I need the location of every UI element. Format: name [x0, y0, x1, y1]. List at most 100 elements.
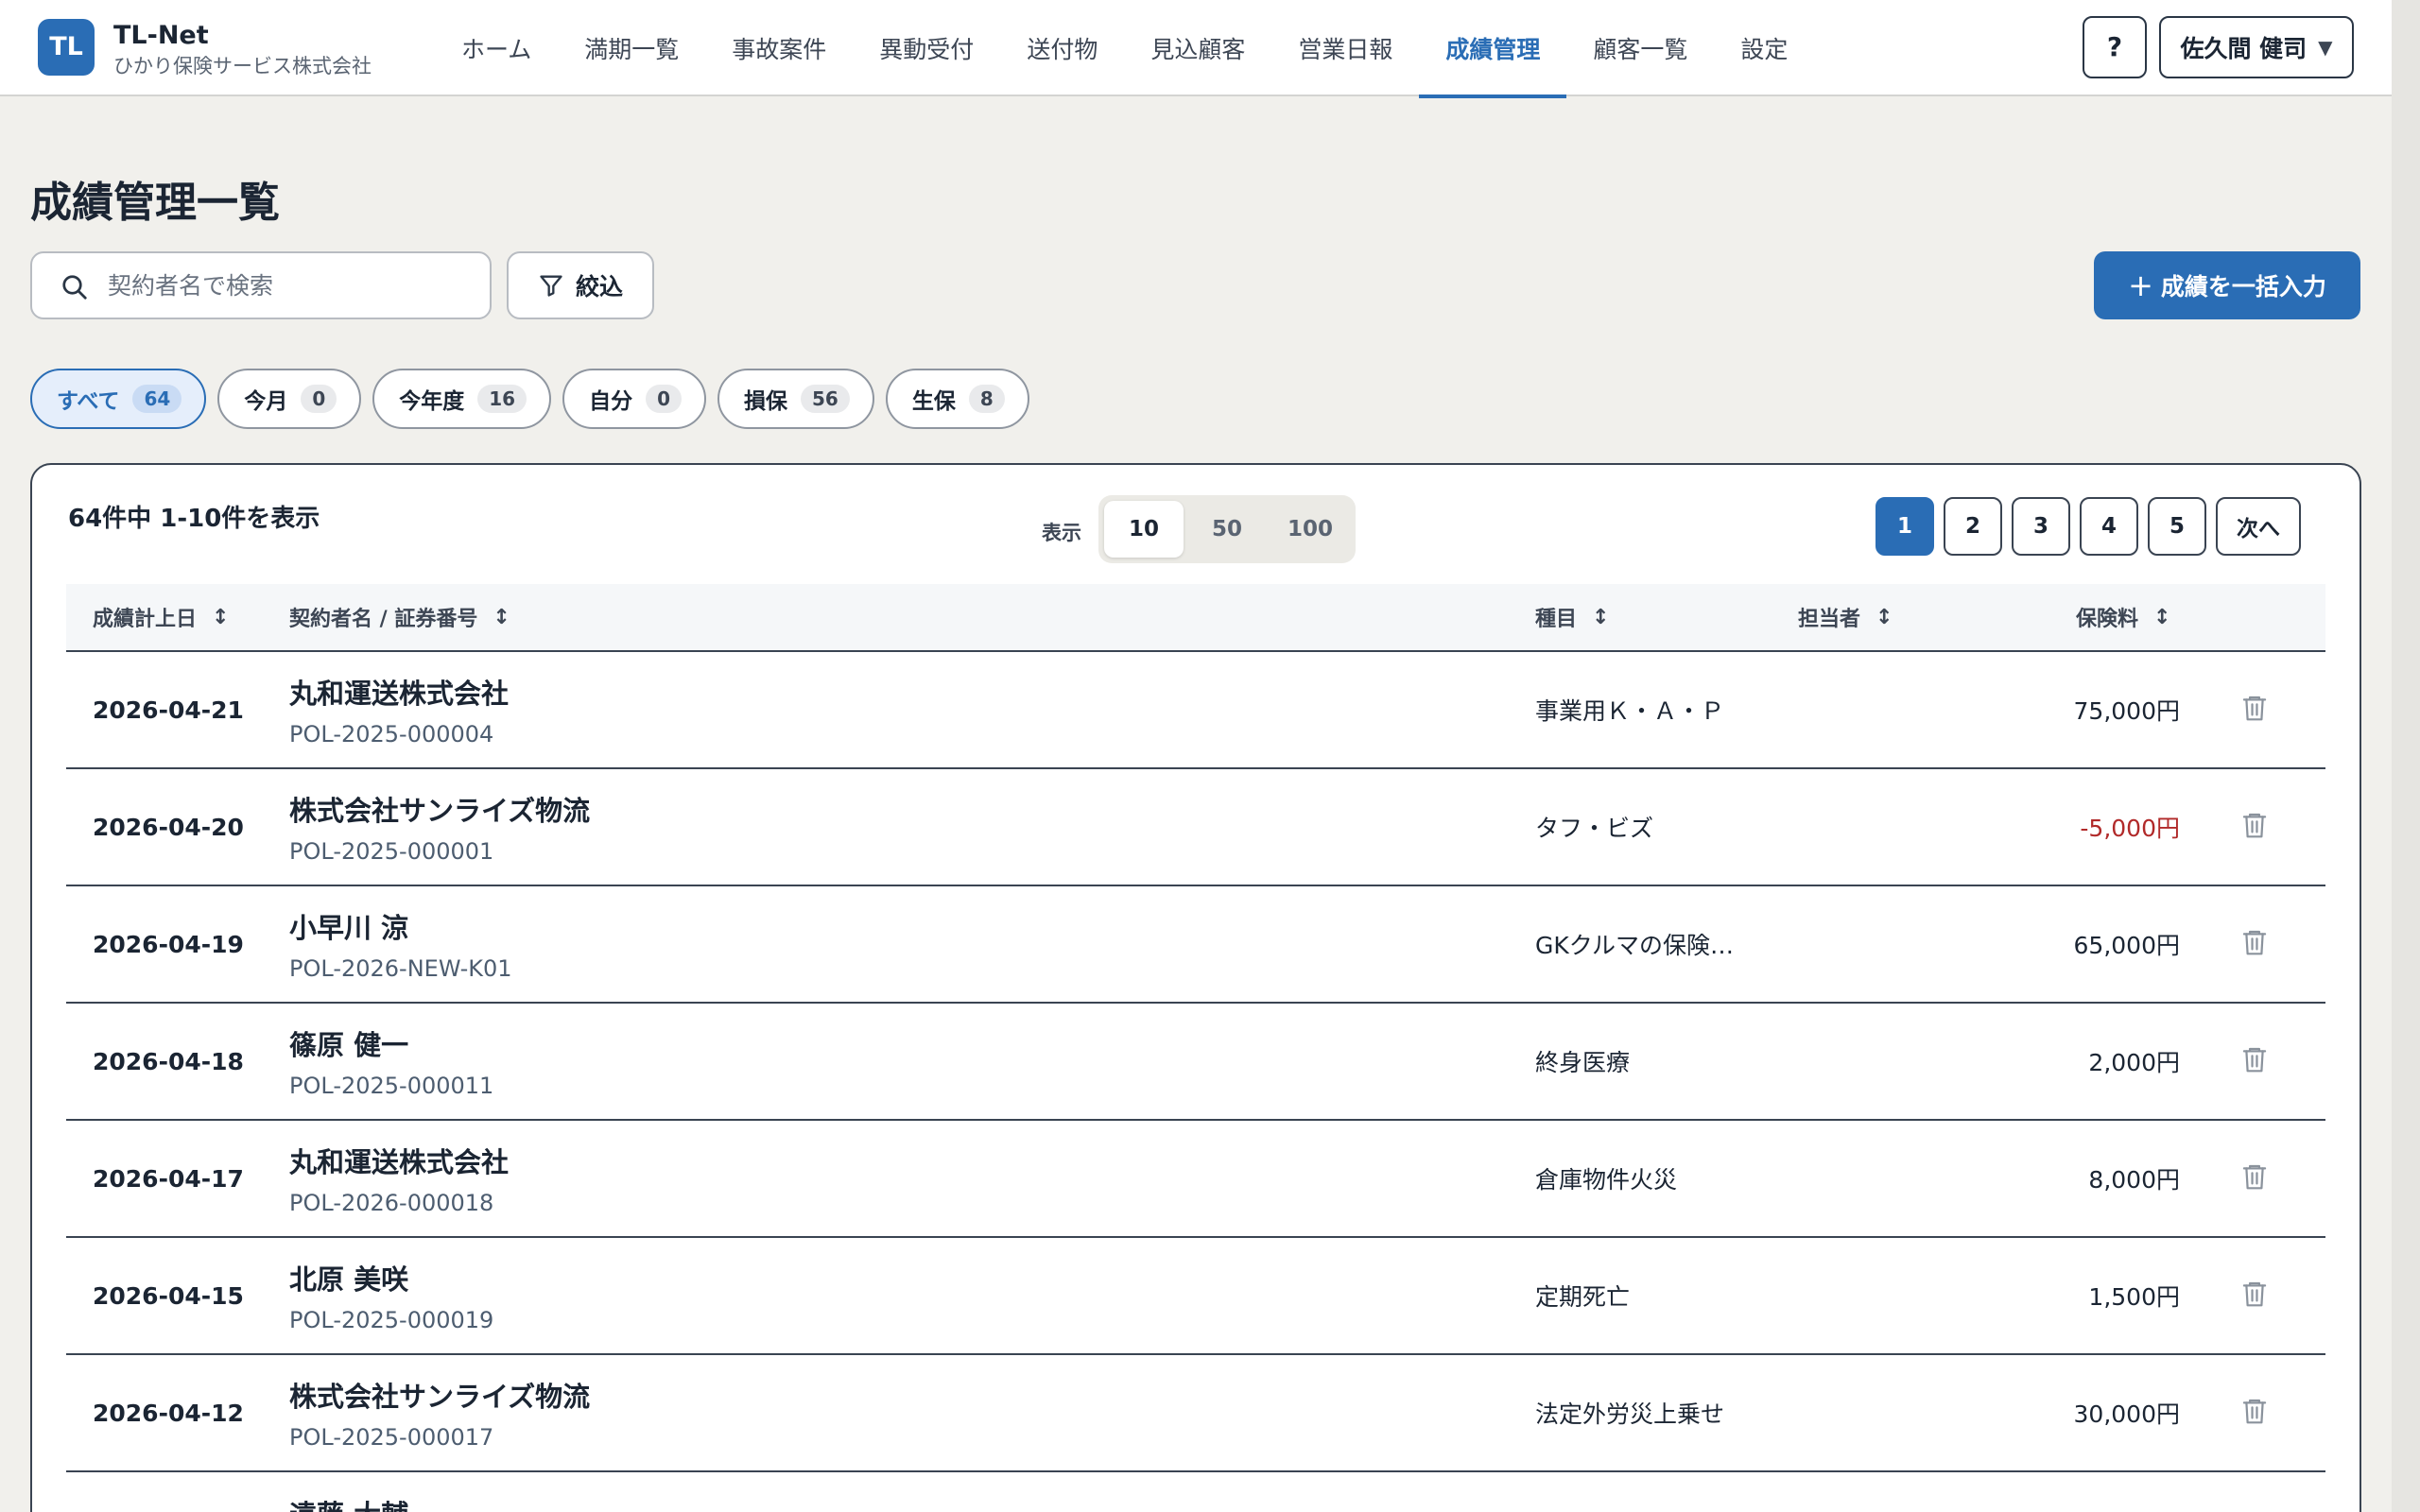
contract-cell: 篠原 健一 POL-2025-000011: [289, 1004, 493, 1119]
column-header-date[interactable]: 成績計上日 ↕: [93, 584, 229, 650]
page-button-4[interactable]: 4: [2080, 497, 2138, 556]
next-page-button[interactable]: 次へ: [2216, 497, 2301, 556]
contract-name[interactable]: 丸和運送株式会社: [289, 672, 509, 712]
insurance-type: 終身医療: [1535, 1049, 1631, 1076]
filter-chip-1[interactable]: 今月 0: [217, 369, 362, 429]
policy-number: POL-2025-000011: [289, 1073, 494, 1099]
filter-chip-2[interactable]: 今年度 16: [372, 369, 552, 429]
app-logo[interactable]: TL: [38, 19, 95, 76]
delete-button[interactable]: [2238, 1355, 2271, 1470]
delete-button[interactable]: [2238, 652, 2271, 767]
contract-name[interactable]: 小早川 涼: [289, 906, 408, 946]
contract-cell: 小早川 涼 POL-2026-NEW-K01: [289, 886, 512, 1002]
sort-icon: ↕: [212, 605, 230, 629]
delete-button[interactable]: [2238, 886, 2271, 1002]
nav-item-8[interactable]: 顧客一覧: [1566, 0, 1714, 96]
nav-item-1[interactable]: 満期一覧: [558, 0, 705, 96]
contract-name[interactable]: 北原 美咲: [289, 1258, 408, 1297]
filter-chip-4[interactable]: 損保 56: [717, 369, 874, 429]
filter-chip-5[interactable]: 生保 8: [885, 369, 1029, 429]
contract-name[interactable]: 篠原 健一: [289, 1023, 408, 1063]
nav-item-7[interactable]: 成績管理: [1419, 0, 1567, 98]
table-row[interactable]: 2026-04-17 丸和運送株式会社 POL-2026-000018 倉庫物件火災 8…: [66, 1121, 2325, 1238]
results-panel: 64件中 1-10件を表示 表示 10 50 100 1 2 3 4 5 次へ 成績計上日 ↕…: [30, 463, 2361, 1512]
user-menu-button[interactable]: 佐久間 健司 ▼: [2159, 16, 2354, 78]
contract-name[interactable]: 丸和運送株式会社: [289, 1141, 509, 1180]
chip-label: 自分: [589, 389, 633, 414]
contract-name[interactable]: 遠藤 大輔: [289, 1493, 408, 1512]
booking-date: 2026-04-17: [93, 1164, 244, 1193]
table-row[interactable]: 遠藤 大輔: [66, 1472, 2325, 1512]
column-header-owner[interactable]: 担当者 ↕: [1798, 584, 1893, 650]
delete-button[interactable]: [2238, 1238, 2271, 1353]
contract-name[interactable]: 株式会社サンライズ物流: [289, 1375, 590, 1415]
contract-cell: 株式会社サンライズ物流 POL-2025-000001: [289, 769, 590, 885]
chip-count-badge: 56: [801, 385, 850, 413]
page-button-5[interactable]: 5: [2148, 497, 2206, 556]
filter-chip-3[interactable]: 自分 0: [562, 369, 707, 429]
top-header: TL TL-Net ひかり保険サービス株式会社 ホーム 満期一覧 事故案件 異動受付送…: [0, 0, 2392, 98]
table-row[interactable]: 2026-04-18 篠原 健一 POL-2025-000011 終身医療 2,000円: [66, 1004, 2325, 1121]
help-button[interactable]: ?: [2083, 16, 2147, 78]
table-row[interactable]: 2026-04-15 北原 美咲 POL-2025-000019 定期死亡 1,500円: [66, 1238, 2325, 1355]
filter-button[interactable]: 絞込: [507, 251, 654, 319]
search-field[interactable]: [30, 251, 492, 319]
table-row[interactable]: 2026-04-21 丸和運送株式会社 POL-2025-000004 事業用Ｋ・Ａ・…: [66, 652, 2325, 769]
chip-label: 今年度: [399, 389, 465, 414]
trash-icon: [2240, 1161, 2269, 1195]
column-header-premium[interactable]: 保険料 ↕: [2076, 584, 2170, 650]
per-page-selector: 10 50 100: [1098, 495, 1356, 563]
page-button-3[interactable]: 3: [2012, 497, 2070, 556]
filter-icon: [540, 275, 562, 297]
delete-button[interactable]: [2238, 1121, 2271, 1236]
nav-item-2[interactable]: 事故案件: [705, 0, 853, 96]
nav-item-5[interactable]: 見込顧客: [1124, 0, 1271, 96]
per-page-option-10[interactable]: 10: [1104, 501, 1184, 558]
nav-item-6[interactable]: 営業日報: [1271, 0, 1419, 96]
contract-name[interactable]: 株式会社サンライズ物流: [289, 789, 590, 829]
user-name: 佐久間 健司: [2180, 35, 2308, 62]
nav-item-0[interactable]: ホーム: [435, 0, 558, 96]
per-page-option-50[interactable]: 50: [1187, 501, 1267, 558]
chip-label: 損保: [744, 389, 788, 414]
booking-date: 2026-04-15: [93, 1281, 244, 1310]
delete-button[interactable]: [2238, 1004, 2271, 1119]
search-icon: [62, 275, 87, 300]
delete-button[interactable]: [2238, 769, 2271, 885]
column-header-type[interactable]: 種目 ↕: [1535, 584, 1609, 650]
bulk-entry-button[interactable]: + 成績を一括入力: [2094, 251, 2360, 319]
nav-item-3[interactable]: 異動受付: [853, 0, 1000, 96]
nav-item-9[interactable]: 設定: [1714, 0, 1814, 96]
column-header-name[interactable]: 契約者名 / 証券番号 ↕: [289, 584, 510, 650]
page-button-2[interactable]: 2: [1944, 497, 2002, 556]
contract-cell: 丸和運送株式会社 POL-2026-000018: [289, 1121, 509, 1236]
premium-amount: 2,000円: [2088, 1049, 2180, 1076]
main-nav: ホーム 満期一覧 事故案件 異動受付 送付物 見込顧客 営業日報 成績管理 顧客一覧 設定: [435, 0, 1814, 98]
booking-date: 2026-04-12: [93, 1399, 244, 1427]
search-input[interactable]: [108, 266, 476, 304]
policy-number: POL-2025-000001: [289, 838, 494, 865]
booking-date: 2026-04-21: [93, 696, 244, 724]
booking-date: 2026-04-20: [93, 813, 244, 841]
page-button-1[interactable]: 1: [1876, 497, 1934, 556]
policy-number: POL-2025-000017: [289, 1424, 494, 1451]
nav-item-4[interactable]: 送付物: [1000, 0, 1124, 96]
insurance-type: 倉庫物件火災: [1535, 1166, 1678, 1194]
booking-date: 2026-04-18: [93, 1047, 244, 1075]
bulk-entry-label: 成績を一括入力: [2160, 273, 2326, 301]
table-row[interactable]: 2026-04-12 株式会社サンライズ物流 POL-2025-000017 法定外労…: [66, 1355, 2325, 1472]
premium-amount: 8,000円: [2088, 1166, 2180, 1194]
per-page-option-100[interactable]: 100: [1270, 501, 1350, 558]
table-header: 成績計上日 ↕ 契約者名 / 証券番号 ↕ 種目 ↕ 担当者 ↕ 保険料 ↕: [66, 584, 2325, 652]
trash-icon: [2240, 810, 2269, 844]
policy-number: POL-2026-000018: [289, 1190, 494, 1216]
table-row[interactable]: 2026-04-20 株式会社サンライズ物流 POL-2025-000001 タフ・ビ…: [66, 769, 2325, 886]
filter-chip-0[interactable]: すべて 64: [30, 369, 207, 429]
insurance-type: 定期死亡: [1535, 1283, 1631, 1311]
table-row[interactable]: 2026-04-19 小早川 涼 POL-2026-NEW-K01 GKクルマの保険……: [66, 886, 2325, 1004]
policy-number: POL-2026-NEW-K01: [289, 955, 512, 982]
chip-count-badge: 16: [477, 385, 527, 413]
window-edge: [2392, 0, 2420, 1512]
page-title: 成績管理一覧: [30, 179, 280, 227]
column-label: 保険料: [2076, 608, 2139, 631]
